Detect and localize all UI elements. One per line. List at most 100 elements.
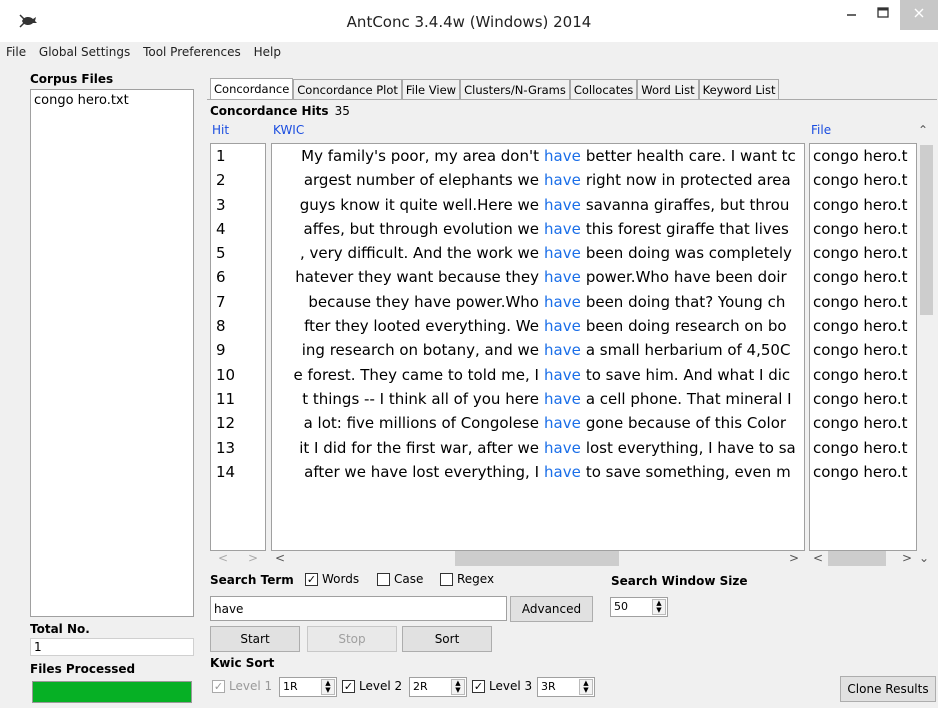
vertical-scrollbar[interactable] — [917, 143, 935, 551]
file-hscroll-thumb[interactable] — [828, 551, 886, 566]
minimize-button[interactable] — [836, 0, 866, 30]
kwic-keyword[interactable]: have — [539, 265, 586, 289]
kwic-line[interactable]: hatever they want because they have power.… — [272, 265, 804, 289]
level1-spinner[interactable]: 1R ▲ ▼ — [279, 677, 337, 697]
kwic-keyword[interactable]: have — [539, 460, 586, 484]
spinner-arrows-icon[interactable]: ▲ ▼ — [451, 679, 465, 695]
kwic-line[interactable]: after we have lost everything, Ihave to s… — [272, 460, 804, 484]
kwic-line[interactable]: fter they looted everything. We have been … — [272, 314, 804, 338]
close-button[interactable] — [900, 0, 938, 30]
kwic-keyword[interactable]: have — [539, 144, 586, 168]
file-name-cell[interactable]: congo hero.t — [810, 193, 916, 217]
kwic-keyword[interactable]: have — [539, 338, 586, 362]
file-name-cell[interactable]: congo hero.t — [810, 265, 916, 289]
corpus-files-list[interactable]: congo hero.txt — [30, 89, 194, 617]
hit-number[interactable]: 14 — [211, 460, 265, 484]
level3-spinner[interactable]: 3R ▲ ▼ — [537, 677, 595, 697]
hit-number[interactable]: 6 — [211, 265, 265, 289]
kwic-keyword[interactable]: have — [539, 241, 586, 265]
words-check-icon[interactable]: ✓ — [305, 572, 318, 586]
column-header-kwic[interactable]: KWIC — [273, 123, 304, 137]
search-term-input[interactable] — [210, 596, 507, 621]
spinner-arrows-icon[interactable]: ▲ ▼ — [321, 679, 335, 695]
level1-check-icon[interactable]: ✓ — [212, 679, 225, 693]
tab-file-view[interactable]: File View — [401, 79, 461, 100]
file-name-cell[interactable]: congo hero.t — [810, 314, 916, 338]
vertical-scroll-thumb[interactable] — [920, 145, 933, 315]
sort-button[interactable]: Sort — [402, 626, 492, 652]
file-name-cell[interactable]: congo hero.t — [810, 168, 916, 192]
case-check-icon[interactable] — [377, 572, 390, 586]
stop-button[interactable]: Stop — [307, 626, 397, 652]
file-name-cell[interactable]: congo hero.t — [810, 217, 916, 241]
menu-help[interactable]: Help — [254, 45, 281, 59]
kwic-keyword[interactable]: have — [539, 436, 586, 460]
kwic-keyword[interactable]: have — [539, 387, 586, 411]
hit-hscrollbar[interactable]: < > — [210, 551, 266, 568]
advanced-button[interactable]: Advanced — [510, 596, 593, 622]
kwic-line[interactable]: it I did for the first war, after we have… — [272, 436, 804, 460]
hit-number[interactable]: 8 — [211, 314, 265, 338]
hit-number[interactable]: 4 — [211, 217, 265, 241]
kwic-line[interactable]: , very difficult. And the work we have bee… — [272, 241, 804, 265]
hit-column[interactable]: 1 2 3 4 5 6 7 8 9 10 11 12 13 14 — [210, 143, 266, 551]
column-header-file[interactable]: File — [811, 123, 831, 137]
hit-number[interactable]: 1 — [211, 144, 265, 168]
menu-file[interactable]: File — [6, 45, 26, 59]
kwic-keyword[interactable]: have — [539, 217, 586, 241]
hit-number[interactable]: 10 — [211, 363, 265, 387]
level2-checkbox[interactable]: ✓ Level 2 — [342, 679, 402, 693]
kwic-column[interactable]: My family's poor, my area don't have bette… — [271, 143, 805, 551]
file-name-cell[interactable]: congo hero.t — [810, 436, 916, 460]
hit-number[interactable]: 5 — [211, 241, 265, 265]
hit-number[interactable]: 2 — [211, 168, 265, 192]
kwic-keyword[interactable]: have — [539, 193, 586, 217]
kwic-line[interactable]: t things -- I think all of you here have a… — [272, 387, 804, 411]
file-name-cell[interactable]: congo hero.t — [810, 144, 916, 168]
regex-checkbox[interactable]: Regex — [440, 572, 494, 586]
regex-check-icon[interactable] — [440, 572, 453, 586]
spinner-arrows-icon[interactable]: ▲ ▼ — [652, 599, 666, 615]
kwic-hscroll-thumb[interactable] — [455, 551, 619, 566]
hit-number[interactable]: 7 — [211, 290, 265, 314]
scroll-up-icon[interactable]: ⌃ — [918, 123, 928, 137]
tab-clusters-ngrams[interactable]: Clusters/N-Grams — [460, 79, 570, 100]
hit-number[interactable]: 12 — [211, 411, 265, 435]
file-name-cell[interactable]: congo hero.t — [810, 387, 916, 411]
scroll-left-icon[interactable]: < — [218, 551, 228, 565]
tab-word-list[interactable]: Word List — [637, 79, 699, 100]
file-name-cell[interactable]: congo hero.t — [810, 290, 916, 314]
file-name-cell[interactable]: congo hero.t — [810, 411, 916, 435]
search-window-size-spinner[interactable]: 50 ▲ ▼ — [610, 597, 668, 617]
file-column[interactable]: congo hero.t congo hero.t congo hero.t cong… — [809, 143, 917, 551]
kwic-line[interactable]: affes, but through evolution we have this … — [272, 217, 804, 241]
level3-check-icon[interactable]: ✓ — [472, 679, 485, 693]
hit-number[interactable]: 11 — [211, 387, 265, 411]
corpus-file-item[interactable]: congo hero.txt — [34, 93, 190, 108]
kwic-line[interactable]: because they have power.Who have been doin… — [272, 290, 804, 314]
hit-number[interactable]: 9 — [211, 338, 265, 362]
column-header-hit[interactable]: Hit — [212, 123, 229, 137]
tab-collocates[interactable]: Collocates — [569, 79, 638, 100]
scroll-left-icon[interactable]: < — [813, 551, 823, 565]
kwic-keyword[interactable]: have — [539, 363, 586, 387]
tab-concordance-plot[interactable]: Concordance Plot — [293, 79, 402, 100]
menu-global-settings[interactable]: Global Settings — [39, 45, 130, 59]
tab-keyword-list[interactable]: Keyword List — [698, 79, 780, 100]
kwic-line[interactable]: ing research on botany, and we have a smal… — [272, 338, 804, 362]
scroll-right-icon[interactable]: > — [789, 551, 799, 565]
hit-number[interactable]: 3 — [211, 193, 265, 217]
kwic-line[interactable]: a lot: five millions of Congolese have gon… — [272, 411, 804, 435]
scroll-left-icon[interactable]: < — [275, 551, 285, 565]
file-name-cell[interactable]: congo hero.t — [810, 460, 916, 484]
kwic-line[interactable]: My family's poor, my area don't have bette… — [272, 144, 804, 168]
case-checkbox[interactable]: Case — [377, 572, 423, 586]
level2-check-icon[interactable]: ✓ — [342, 679, 355, 693]
file-name-cell[interactable]: congo hero.t — [810, 363, 916, 387]
kwic-line[interactable]: e forest. They came to told me, Ihave to … — [272, 363, 804, 387]
kwic-keyword[interactable]: have — [539, 411, 586, 435]
file-name-cell[interactable]: congo hero.t — [810, 241, 916, 265]
hit-number[interactable]: 13 — [211, 436, 265, 460]
scroll-right-icon[interactable]: > — [248, 551, 258, 565]
kwic-keyword[interactable]: have — [539, 314, 586, 338]
